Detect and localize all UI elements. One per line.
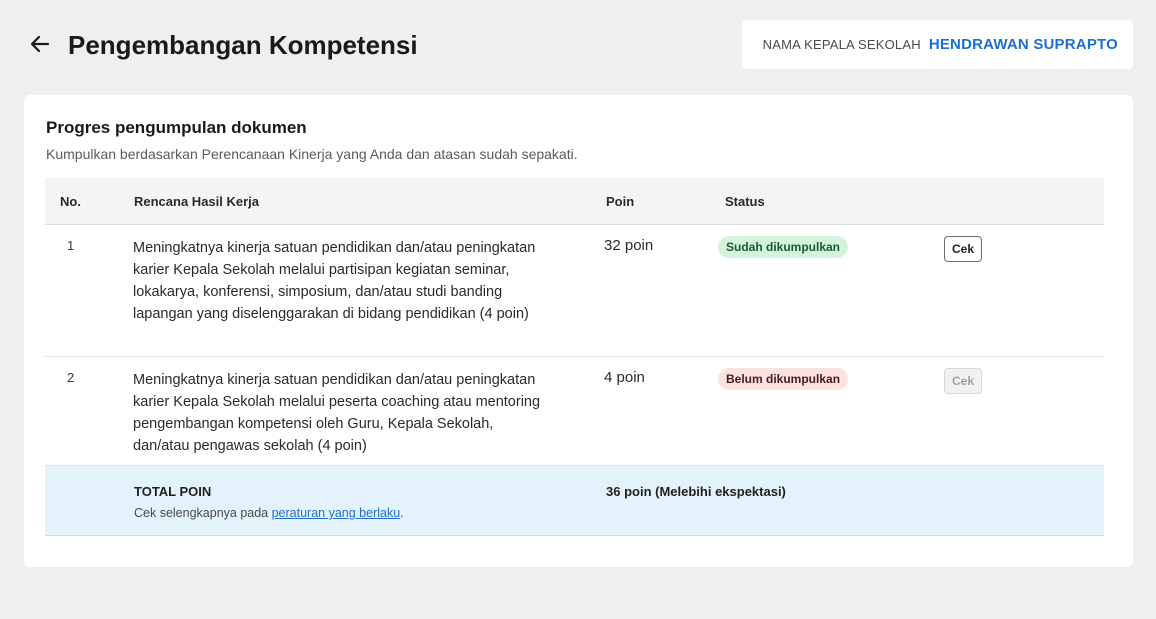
table-row: 2 Meningkatnya kinerja satuan pendidikan… <box>45 357 1104 466</box>
status-badge: Sudah dikumpulkan <box>718 236 849 258</box>
principal-name: HENDRAWAN SUPRAPTO <box>928 36 1118 53</box>
row-poin: 32 poin <box>604 237 654 254</box>
total-note-suffix: . <box>400 506 404 520</box>
principal-label: NAMA KEPALA SEKOLAH <box>762 37 921 52</box>
arrow-left-icon <box>30 35 50 53</box>
total-note: Cek selengkapnya pada peraturan yang ber… <box>134 506 404 520</box>
column-header-poin: Poin <box>606 194 635 209</box>
page-title: Pengembangan Kompetensi <box>68 30 418 60</box>
principal-info-card: NAMA KEPALA SEKOLAH HENDRAWAN SUPRAPTO <box>742 20 1133 69</box>
cek-button[interactable]: Cek <box>944 236 982 262</box>
column-header-no: No. <box>60 194 81 209</box>
section-title: Progres pengumpulan dokumen <box>46 118 307 137</box>
row-number: 2 <box>67 370 75 385</box>
document-progress-card: Progres pengumpulan dokumen Kumpulkan be… <box>24 95 1133 567</box>
total-label: TOTAL POIN <box>134 484 212 499</box>
regulation-link[interactable]: peraturan yang berlaku <box>272 506 401 520</box>
table-row: 1 Meningkatnya kinerja satuan pendidikan… <box>45 225 1104 357</box>
row-number: 1 <box>67 238 75 253</box>
total-note-prefix: Cek selengkapnya pada <box>134 506 272 520</box>
row-poin: 4 poin <box>604 369 645 386</box>
total-value: 36 poin (Melebihi ekspektasi) <box>606 484 786 499</box>
cek-button-disabled: Cek <box>944 368 982 394</box>
section-subtitle: Kumpulkan berdasarkan Perencanaan Kinerj… <box>46 146 578 162</box>
row-plan: Meningkatnya kinerja satuan pendidikan d… <box>133 240 536 322</box>
column-header-plan: Rencana Hasil Kerja <box>134 194 260 209</box>
column-header-status: Status <box>725 194 765 209</box>
progress-table: No. Rencana Hasil Kerja Poin Status 1 Me… <box>45 178 1104 536</box>
total-row: TOTAL POIN Cek selengkapnya pada peratur… <box>45 466 1104 536</box>
status-badge: Belum dikumpulkan <box>718 368 849 390</box>
back-button[interactable] <box>26 30 54 58</box>
row-plan: Meningkatnya kinerja satuan pendidikan d… <box>133 372 541 454</box>
table-header: No. Rencana Hasil Kerja Poin Status <box>45 178 1104 225</box>
page-header: Pengembangan Kompetensi NAMA KEPALA SEKO… <box>0 0 1156 90</box>
